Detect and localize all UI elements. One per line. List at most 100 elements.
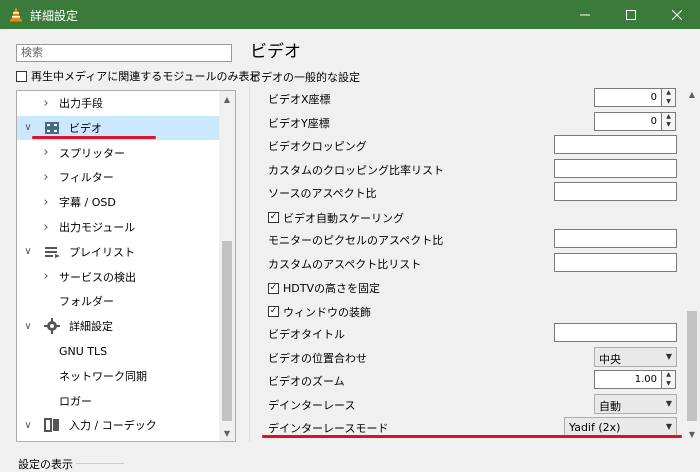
dropdown-arrow-icon[interactable]: ▼ — [666, 422, 672, 431]
tree-item-label: フィルター — [59, 171, 114, 185]
chevron-right-icon[interactable]: › — [41, 96, 51, 111]
setting-label: ビデオのズーム — [268, 375, 345, 388]
spin-down-icon[interactable]: ▼ — [662, 380, 675, 389]
tree-item-label: 出力手段 — [59, 97, 103, 110]
chevron-right-icon[interactable]: › — [41, 269, 51, 284]
tree-item-label: フォルダー — [59, 295, 114, 309]
tree-item[interactable]: ∨ 詳細設定 — [17, 314, 220, 338]
tree-item[interactable]: › フィルター — [17, 165, 220, 189]
setting-checkbox[interactable]: ✓ — [268, 306, 279, 317]
setting-dropdown[interactable]: 自動 ▼ — [594, 393, 677, 414]
tree-item[interactable]: › スプリッター — [17, 141, 220, 165]
tree-scroll-up-icon[interactable]: ▲ — [219, 91, 235, 107]
tree-item[interactable]: ›フォルダー — [17, 289, 220, 313]
minimize-button[interactable] — [562, 0, 608, 29]
spin-up-icon[interactable]: ▲ — [662, 89, 675, 98]
setting-checkbox[interactable]: ✓ — [268, 282, 279, 294]
close-button[interactable] — [654, 0, 700, 29]
tree-item[interactable]: › 出力手段 — [17, 91, 220, 115]
spin-up-icon[interactable]: ▲ — [662, 371, 675, 380]
chevron-down-icon[interactable]: ∨ — [23, 122, 33, 133]
maximize-button[interactable] — [608, 0, 654, 29]
vlc-cone-icon — [10, 7, 22, 22]
settings-scroll-up-icon[interactable]: ▲ — [684, 86, 700, 102]
setting-checkbox-row[interactable]: ✓ ビデオ自動スケーリング — [268, 210, 404, 226]
setting-text-input[interactable] — [554, 229, 677, 248]
dropdown-value: 中央 — [599, 352, 621, 366]
setting-spinbox[interactable]: 1.00 ▲ ▼ — [594, 370, 677, 389]
gear-icon — [43, 317, 61, 335]
title-bar: 詳細設定 — [0, 0, 700, 29]
spinbox-value[interactable]: 1.00 — [594, 370, 662, 389]
setting-spinbox[interactable]: 0 ▲ ▼ — [594, 111, 677, 131]
chevron-right-icon[interactable]: › — [41, 145, 51, 160]
chevron-right-icon[interactable]: › — [41, 220, 51, 235]
setting-row: ✓ ビデオ自動スケーリング — [250, 204, 681, 228]
spinbox-buttons[interactable]: ▲ ▼ — [662, 88, 676, 107]
setting-dropdown[interactable]: 中央 ▼ — [594, 346, 677, 367]
show-settings-group-label: 設定の表示 — [18, 458, 73, 471]
playlist-icon — [43, 243, 61, 261]
setting-row: カスタムのアスペクト比リスト — [250, 251, 681, 275]
category-tree[interactable]: ∨入力 / コーデック›ロガー›ネットワーク同期›GNU TLS∨詳細設定›フォ… — [16, 90, 236, 442]
tree-scrollbar[interactable]: ▲ ▼ — [219, 91, 235, 441]
search-input[interactable] — [16, 44, 232, 62]
highlight-underline-deinterlace-mode — [262, 435, 682, 438]
only-current-checkbox-row[interactable]: 再生中メディアに関連するモジュールのみ表示 — [16, 68, 260, 84]
setting-checkbox[interactable]: ✓ — [268, 212, 279, 223]
chevron-right-icon[interactable]: › — [41, 170, 51, 185]
tree-item[interactable]: ∨ プレイリスト — [17, 240, 220, 264]
close-icon — [672, 9, 682, 20]
chevron-right-icon[interactable]: › — [41, 195, 51, 210]
setting-dropdown[interactable]: Yadif (2x) ▼ — [564, 417, 677, 437]
spinbox-buttons[interactable]: ▲ ▼ — [662, 370, 676, 389]
spin-down-icon[interactable]: ▼ — [662, 98, 675, 107]
tree-item[interactable]: › 出力モジュール — [17, 215, 220, 239]
setting-row: ビデオY座標 0 ▲ ▼ — [250, 110, 681, 134]
setting-row: ビデオクロッピング — [250, 133, 681, 157]
chevron-down-icon[interactable]: ∨ — [23, 420, 33, 431]
setting-label: ビデオX座標 — [268, 93, 331, 106]
chevron-down-icon[interactable]: ∨ — [23, 246, 33, 257]
spinbox-value[interactable]: 0 — [594, 88, 662, 107]
tree-item[interactable]: ∨ 入力 / コーデック — [17, 413, 220, 437]
spinbox-value[interactable]: 0 — [594, 111, 662, 131]
setting-text-input[interactable] — [554, 182, 677, 201]
dropdown-arrow-icon[interactable]: ▼ — [666, 352, 672, 361]
tree-item[interactable]: › 字幕 / OSD — [17, 190, 220, 214]
tree-scroll-thumb[interactable] — [222, 241, 232, 421]
dropdown-arrow-icon[interactable]: ▼ — [666, 399, 672, 408]
setting-text-input[interactable] — [554, 158, 677, 178]
settings-scrollbar[interactable]: ▲ ▼ — [684, 86, 700, 442]
setting-checkbox-row[interactable]: ✓ ウィンドウの装飾 — [268, 304, 371, 320]
setting-text-input[interactable] — [554, 252, 677, 272]
tree-item-label: 出力モジュール — [59, 221, 136, 234]
only-current-checkbox[interactable] — [16, 70, 27, 82]
video-icon — [43, 119, 61, 137]
tree-item[interactable]: ›GNU TLS — [17, 339, 220, 363]
settings-scroll-thumb[interactable] — [687, 311, 697, 421]
settings-scroll-down-icon[interactable]: ▼ — [684, 426, 700, 442]
tree-scroll-down-icon[interactable]: ▼ — [219, 425, 235, 441]
section-title: ビデオ — [250, 42, 301, 62]
tree-item[interactable]: › サービスの検出 — [17, 265, 220, 289]
tree-item-label: 詳細設定 — [69, 320, 113, 334]
chevron-down-icon[interactable]: ∨ — [23, 321, 33, 332]
setting-spinbox[interactable]: 0 ▲ ▼ — [594, 88, 677, 107]
setting-text-input[interactable] — [554, 135, 677, 154]
setting-checkbox-row[interactable]: ✓ HDTVの高さを固定 — [268, 280, 380, 296]
setting-label: カスタムのアスペクト比リスト — [268, 257, 422, 271]
tree-item[interactable]: ›ネットワーク同期 — [17, 364, 220, 388]
spin-up-icon[interactable]: ▲ — [662, 113, 675, 122]
setting-text-input[interactable] — [554, 323, 677, 342]
setting-label: ビデオタイトル — [268, 328, 345, 341]
tree-item-label: 入力 / コーデック — [69, 419, 157, 433]
spinbox-buttons[interactable]: ▲ ▼ — [662, 111, 676, 131]
tree-item[interactable]: ›ロガー — [17, 389, 220, 413]
spin-down-icon[interactable]: ▼ — [662, 121, 675, 130]
setting-label: ウィンドウの装飾 — [283, 305, 371, 319]
section-subtitle: ビデオの一般的な設定 — [250, 71, 360, 84]
tree-item-label: 字幕 / OSD — [59, 196, 116, 210]
setting-row: モニターのピクセルのアスペクト比 — [250, 227, 681, 251]
setting-label: ビデオの位置合わせ — [268, 351, 367, 365]
